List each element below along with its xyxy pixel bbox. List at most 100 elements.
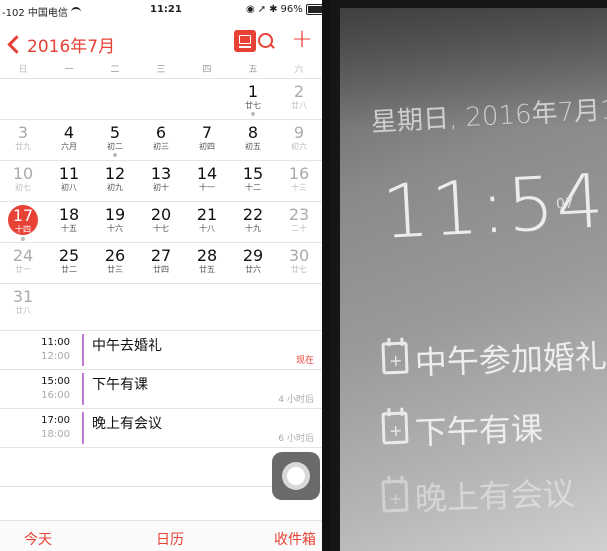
mirror-frame [322,0,330,551]
search-button[interactable] [257,32,275,50]
day-cell[interactable]: 7 初四 [184,120,230,160]
lunar-date: 十八 [199,224,215,233]
chevron-left-icon [7,35,26,54]
day-cell[interactable]: 29 廿六 [230,243,276,283]
event-start-time: 11:00 [41,337,70,348]
day-cell[interactable]: 5 初二 [92,120,138,160]
weekday-header: 日 一 二 三 四 五 六 [0,62,322,76]
day-number: 22 [242,205,264,224]
lunar-date: 初九 [107,183,123,192]
assistive-touch-icon [287,467,305,485]
day-number: 5 [109,123,121,142]
day-cell[interactable]: 3 廿九 [0,120,46,160]
wifi-icon [70,6,81,17]
day-number: 10 [12,164,34,183]
smart-mirror-photo: 星期日, 2016年7月17日 11:54 07 + 中午参加婚礼 + 下午有课… [322,0,607,551]
day-cell[interactable]: 11 初八 [46,161,92,201]
month-grid: 1 廿七 2 廿八 3 廿九 4 六月 5 初二 6 初三 7 初四 8 初五 9 初六 10 初七 11 初八 12 初九 1… [0,78,322,324]
day-cell[interactable]: 1 廿七 [230,79,276,119]
day-cell[interactable]: 27 廿四 [138,243,184,283]
tab-today[interactable]: 今天 [24,529,52,549]
lunar-date: 廿八 [291,101,307,110]
day-cell[interactable]: 17 十四 [0,202,46,242]
day-number: 12 [104,164,126,183]
lunar-date: 廿一 [15,265,31,274]
event-indicator-dot [113,153,117,157]
mirror-event: 中午参加婚礼 [414,337,607,382]
tab-calendars[interactable]: 日历 [156,529,184,549]
lunar-date: 初十 [153,183,169,192]
lunar-date: 初二 [107,142,123,151]
day-cell[interactable]: 23 二十 [276,202,322,242]
tab-inbox[interactable]: 收件箱 [274,529,316,549]
bluetooth-icon: ✱ [269,3,278,15]
day-cell[interactable]: 21 十八 [184,202,230,242]
day-number: 7 [201,123,213,142]
day-cell[interactable]: 22 十九 [230,202,276,242]
day-cell[interactable]: 6 初三 [138,120,184,160]
day-cell[interactable]: 26 廿三 [92,243,138,283]
day-cell[interactable]: 24 廿一 [0,243,46,283]
lunar-date: 六月 [61,142,77,151]
day-number: 9 [293,123,305,142]
event-title: 下午有课 [92,377,148,393]
event-end-time: 16:00 [41,390,70,401]
event-relative-time: 4 小时后 [278,395,314,405]
day-cell[interactable]: 4 六月 [46,120,92,160]
weekday-label: 六 [294,65,304,75]
tab-bar: 今天 日历 收件箱 [0,520,322,551]
day-cell[interactable]: 14 十一 [184,161,230,201]
week-row: 1 廿七 2 廿八 [0,78,322,119]
day-cell[interactable]: 9 初六 [276,120,322,160]
day-cell[interactable]: 2 廿八 [276,79,322,119]
lunar-date: 廿三 [107,265,123,274]
day-cell[interactable]: 30 廿七 [276,243,322,283]
day-number: 29 [242,246,264,265]
event-row[interactable]: 17:00 18:00 晚上有会议 6 小时后 [0,408,322,447]
day-cell[interactable]: 31 廿八 [0,284,46,324]
week-row: 3 廿九 4 六月 5 初二 6 初三 7 初四 8 初五 9 初六 [0,119,322,160]
list-view-toggle-button[interactable] [234,30,256,52]
day-cell[interactable]: 12 初九 [92,161,138,201]
day-cell[interactable]: 25 廿二 [46,243,92,283]
day-number: 18 [58,205,80,224]
status-bar: -102 中国电信 11:21 ◉ ➚ ✱ 96% [0,0,322,22]
lunar-date: 廿七 [245,101,261,110]
today-marker: 17 十四 [8,205,38,235]
back-to-month-button[interactable]: 2016年7月 [6,32,115,57]
assistive-touch-button[interactable] [272,452,320,500]
weekday-label: 日 [18,65,28,75]
day-cell[interactable]: 28 廿五 [184,243,230,283]
weekday-label: 四 [202,65,212,75]
day-cell[interactable]: 16 十三 [276,161,322,201]
lunar-date: 十一 [199,183,215,192]
lunar-date: 廿二 [61,265,77,274]
day-number: 11 [58,164,80,183]
list-icon [239,35,251,44]
event-color-bar [82,334,84,366]
day-cell[interactable]: 13 初十 [138,161,184,201]
lunar-date: 廿七 [291,265,307,274]
day-number: 30 [288,246,310,265]
event-row[interactable]: 11:00 12:00 中午去婚礼 现在 [0,330,322,369]
day-number: 6 [155,123,167,142]
day-cell[interactable]: 8 初五 [230,120,276,160]
day-cell[interactable]: 20 十七 [138,202,184,242]
event-relative-time: 现在 [295,356,314,366]
event-start-time: 17:00 [41,415,70,426]
add-event-button[interactable]: + [291,26,313,52]
event-start-time: 15:00 [41,376,70,387]
day-cell[interactable]: 18 十五 [46,202,92,242]
lunar-date: 廿四 [153,265,169,274]
event-row[interactable]: 15:00 16:00 下午有课 4 小时后 [0,369,322,408]
day-number: 25 [58,246,80,265]
event-indicator-dot [251,112,255,116]
week-row: 31 廿八 [0,283,322,324]
day-cell[interactable]: 15 十二 [230,161,276,201]
calendar-add-icon: + [381,475,409,513]
lunar-date: 初七 [15,183,31,192]
day-number: 27 [150,246,172,265]
day-cell[interactable]: 10 初七 [0,161,46,201]
day-cell[interactable]: 19 十六 [92,202,138,242]
lunar-date: 十五 [61,224,77,233]
